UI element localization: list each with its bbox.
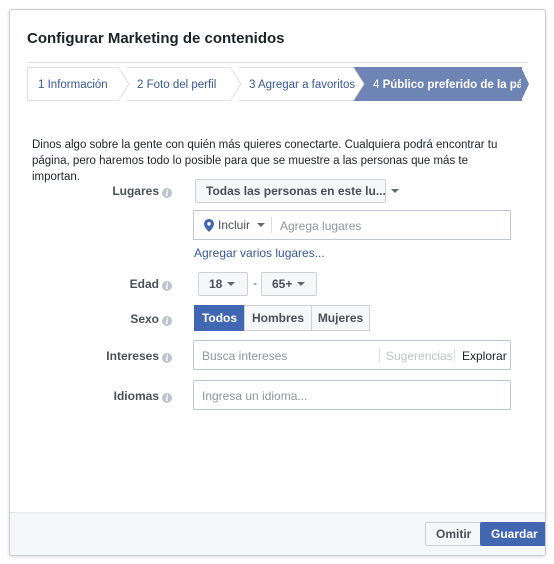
age-separator: - bbox=[253, 276, 257, 290]
language-input[interactable]: Ingresa un idioma... bbox=[202, 389, 307, 403]
suggestions-button[interactable]: Sugerencias bbox=[386, 349, 453, 363]
dialog-footer: Omitir Guardar bbox=[10, 512, 545, 555]
info-icon[interactable]: i bbox=[162, 188, 172, 198]
step-progress: 1 Información 2 Foto del perfil 3 Agrega… bbox=[27, 67, 545, 101]
location-pin-icon bbox=[204, 219, 214, 232]
step-4[interactable]: 4 Público preferido de la página bbox=[363, 67, 545, 101]
step-3-label: Agregar a favoritos bbox=[257, 79, 356, 91]
gender-label: Sexo i bbox=[52, 312, 172, 326]
info-icon[interactable]: i bbox=[162, 393, 172, 403]
info-icon[interactable]: i bbox=[162, 353, 172, 363]
chevron-down-icon bbox=[390, 189, 399, 193]
info-icon[interactable]: i bbox=[162, 316, 172, 326]
places-audience-dropdown[interactable]: Todas las personas en este lu... bbox=[195, 179, 399, 203]
info-icon[interactable]: i bbox=[162, 281, 172, 291]
marketing-setup-dialog: Configurar Marketing de contenidos 1 Inf… bbox=[9, 9, 546, 556]
dialog-title: Configurar Marketing de contenidos bbox=[27, 30, 285, 47]
save-button[interactable]: Guardar bbox=[480, 522, 545, 546]
languages-label: Idiomas i bbox=[52, 389, 172, 403]
step-1-label: Información bbox=[47, 79, 108, 91]
places-label: Lugares i bbox=[52, 184, 172, 198]
age-min-dropdown[interactable]: 18 bbox=[198, 272, 248, 296]
step-2-label: Foto del perfil bbox=[146, 79, 217, 91]
step-1[interactable]: 1 Información bbox=[27, 67, 119, 101]
gender-all-button[interactable]: Todos bbox=[194, 305, 245, 331]
step-2[interactable]: 2 Foto del perfil bbox=[127, 67, 231, 101]
age-max-dropdown[interactable]: 65+ bbox=[261, 272, 317, 296]
omit-button[interactable]: Omitir bbox=[425, 522, 483, 546]
include-selector[interactable]: Incluir bbox=[218, 218, 266, 232]
step-end-arrow-icon bbox=[521, 67, 529, 101]
languages-input-box: Ingresa un idioma... bbox=[193, 380, 511, 410]
interests-input-box: Busca intereses Sugerencias Explorar bbox=[193, 340, 511, 370]
age-label: Edad i bbox=[52, 277, 172, 291]
chevron-down-icon bbox=[227, 282, 236, 286]
gender-men-button[interactable]: Hombres bbox=[244, 305, 312, 331]
explore-button[interactable]: Explorar bbox=[462, 349, 507, 363]
chevron-down-icon bbox=[257, 223, 266, 227]
add-multiple-places-link[interactable]: Agregar varios lugares... bbox=[194, 246, 325, 260]
interests-search-input[interactable]: Busca intereses bbox=[202, 349, 287, 363]
places-search-input[interactable]: Agrega lugares bbox=[280, 219, 361, 233]
step-separator-icon bbox=[353, 67, 365, 101]
chevron-down-icon bbox=[297, 282, 306, 286]
step-3[interactable]: 3 Agregar a favoritos bbox=[239, 67, 356, 101]
intro-text: Dinos algo sobre la gente con quién más … bbox=[32, 139, 498, 183]
title-divider bbox=[27, 62, 528, 63]
interests-label: Intereses i bbox=[52, 349, 172, 363]
places-input-box: Incluir Agrega lugares bbox=[193, 210, 511, 240]
gender-women-button[interactable]: Mujeres bbox=[311, 305, 370, 331]
